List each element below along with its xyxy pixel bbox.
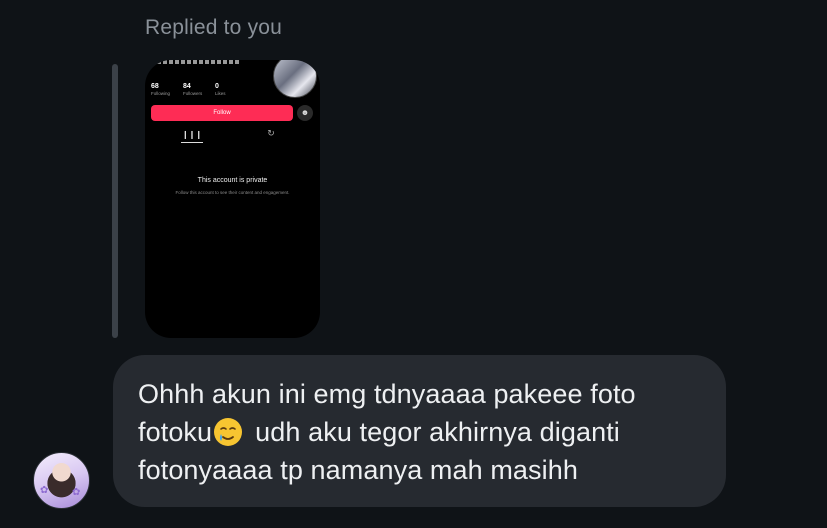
butterfly-decoration-icon: ✿	[40, 485, 49, 496]
stat-likes-label: Likes	[215, 91, 226, 96]
private-account-title: This account is private	[197, 177, 268, 184]
message-line-1: Ohhh akun ini emg tdnyaaaa pakeee foto	[138, 379, 636, 409]
stat-following-label: Following	[151, 91, 171, 96]
stat-followers-value: 84	[183, 83, 191, 90]
message-line-2: fotoku udh aku tegor akhirnya diganti	[138, 413, 700, 451]
smiling-face-with-tear-icon	[214, 418, 243, 446]
repost-tab-icon: ↻	[267, 128, 275, 138]
profile-avatar	[273, 60, 317, 98]
stat-likes-value: 0	[215, 83, 219, 90]
stat-following-value: 68	[151, 83, 159, 90]
replied-story-preview[interactable]: 68 Following 84 Followers 0 Likes Follow…	[145, 60, 320, 338]
cut-off-username	[151, 60, 241, 64]
stat-followers-label: Followers	[183, 91, 203, 96]
stat-following: 68 Following	[151, 83, 170, 96]
follow-button: Follow	[151, 105, 293, 121]
butterfly-decoration-icon: ✿	[72, 487, 81, 498]
replied-to-you-label: Replied to you	[145, 16, 283, 39]
message-line-3: fotonyaaaa tp namanya mah masihh	[138, 455, 578, 485]
grid-tab-icon: ❙❙❙	[181, 130, 203, 143]
message-bubble[interactable]: Ohhh akun ini emg tdnyaaaa pakeee foto f…	[113, 355, 726, 507]
message-line-2-continued: udh aku tegor akhirnya diganti	[255, 417, 620, 447]
private-account-subtitle: Follow this account to see their content…	[175, 190, 290, 195]
message-line-2-text: fotoku	[138, 417, 213, 447]
add-friend-icon: ☻	[297, 105, 313, 121]
reply-quote-bar	[112, 64, 118, 338]
stat-followers: 84 Followers	[183, 83, 202, 96]
stat-likes: 0 Likes	[215, 83, 226, 96]
sender-avatar[interactable]: ✿ ✿	[33, 452, 90, 509]
